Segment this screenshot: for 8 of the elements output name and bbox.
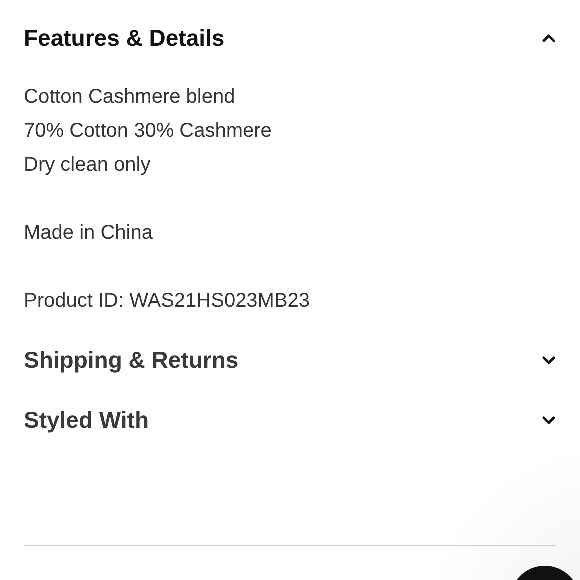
detail-text: 70% Cotton 30% Cashmere [24,119,273,144]
detail-text: Dry clean only [24,153,152,178]
detail-text: Made in China [24,221,154,246]
accordion-header[interactable]: Features & Details [24,20,556,56]
detail-text: Cotton Cashmere blend [24,85,236,110]
detail-text: Product ID: WAS21HS023MB23 [24,289,312,314]
accordion-header[interactable]: Shipping & Returns [24,342,556,378]
accordion-header[interactable]: Styled With [24,402,556,438]
